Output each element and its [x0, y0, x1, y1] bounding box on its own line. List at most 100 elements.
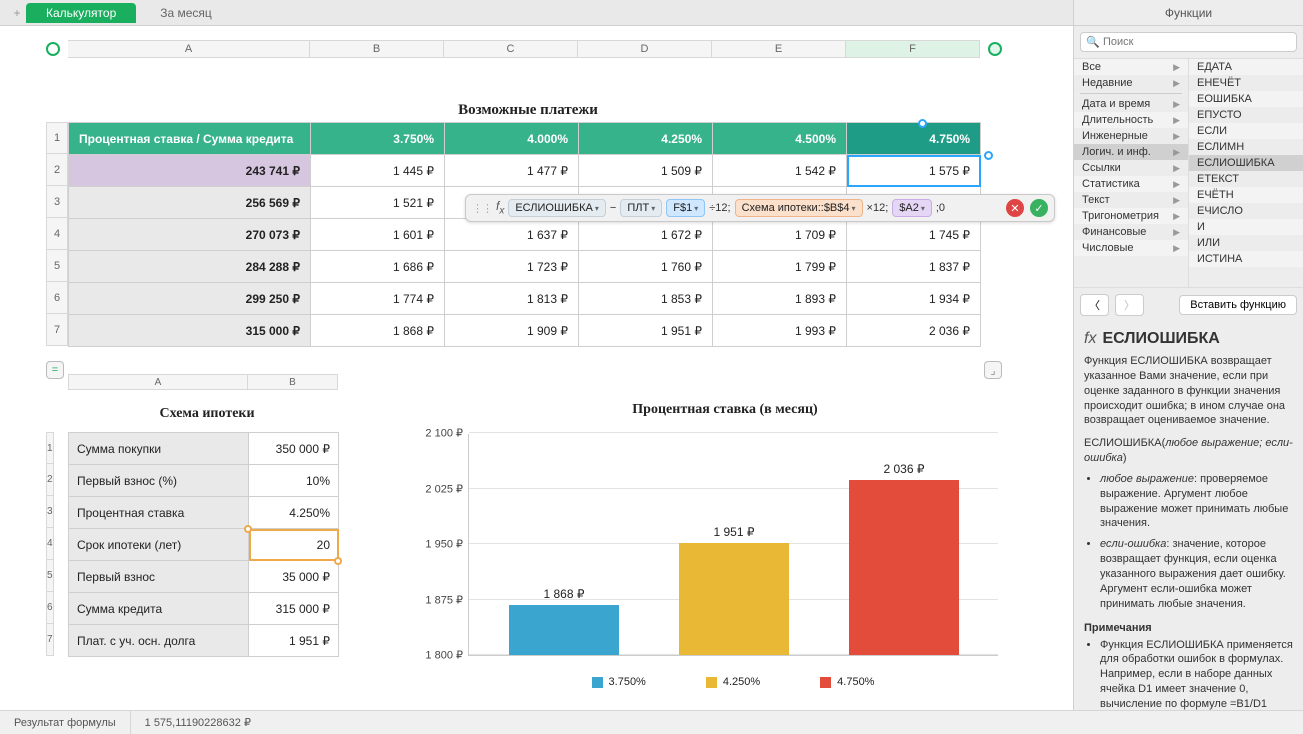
col-header-B[interactable]: B [310, 40, 444, 58]
category-item[interactable]: Логич. и инф.▶ [1074, 144, 1188, 160]
table2-value[interactable]: 35 000 ₽ [249, 561, 339, 593]
table1-cell[interactable]: 1 723 ₽ [445, 251, 579, 283]
table1-cell[interactable]: 1 993 ₽ [713, 315, 847, 347]
table1-cell[interactable]: 1 909 ₽ [445, 315, 579, 347]
row-footer-handle[interactable]: = [46, 361, 64, 379]
table2-label[interactable]: Плат. с уч. осн. долга [69, 625, 249, 657]
functions-list[interactable]: ЕДАТАЕНЕЧЁТЕОШИБКАЕПУСТОЕСЛИЕСЛИМНЕСЛИОШ… [1189, 59, 1303, 287]
table1-row-head[interactable]: 315 000 ₽ [69, 315, 311, 347]
table1-cell[interactable]: 1 601 ₽ [311, 219, 445, 251]
rate-col-3[interactable]: 4.500% [713, 123, 847, 155]
function-search-input[interactable] [1080, 32, 1297, 52]
category-item[interactable]: Тригонометрия▶ [1074, 208, 1188, 224]
table1-cell[interactable]: 1 521 ₽ [311, 187, 445, 219]
category-item[interactable]: Дата и время▶ [1074, 96, 1188, 112]
table2-value[interactable]: 10% [249, 465, 339, 497]
table2-label[interactable]: Первый взнос [69, 561, 249, 593]
function-item[interactable]: И [1189, 219, 1303, 235]
function-item[interactable]: ИЛИ [1189, 235, 1303, 251]
row-header-6[interactable]: 6 [46, 282, 68, 314]
row-header-7[interactable]: 7 [46, 314, 68, 346]
table1-cell[interactable]: 1 542 ₽ [713, 155, 847, 187]
formula-confirm-button[interactable]: ✓ [1030, 199, 1048, 217]
table1-cell[interactable]: 1 837 ₽ [847, 251, 981, 283]
table2-label[interactable]: Процентная ставка [69, 497, 249, 529]
category-item[interactable]: Ссылки▶ [1074, 160, 1188, 176]
col-header-C[interactable]: C [444, 40, 578, 58]
table2-label[interactable]: Сумма покупки [69, 433, 249, 465]
sheet-tab-active[interactable]: Калькулятор [26, 3, 136, 23]
sheet-tab-2[interactable]: За месяц [140, 3, 232, 23]
formula-cancel-button[interactable]: ✕ [1006, 199, 1024, 217]
formula-ref-3[interactable]: $A2▾ [892, 199, 932, 217]
table1-row-head[interactable]: 284 288 ₽ [69, 251, 311, 283]
table1-cell[interactable]: 1 445 ₽ [311, 155, 445, 187]
nav-back-button[interactable]: 〈 [1080, 294, 1109, 316]
table1-row-head[interactable]: 243 741 ₽ [69, 155, 311, 187]
function-item[interactable]: ЕДАТА [1189, 59, 1303, 75]
category-item[interactable]: Финансовые▶ [1074, 224, 1188, 240]
t2-col-B[interactable]: B [248, 374, 338, 390]
function-item[interactable]: ЕОШИБКА [1189, 91, 1303, 107]
col-header-F[interactable]: F [846, 40, 980, 58]
table1-cell[interactable]: 2 036 ₽ [847, 315, 981, 347]
table2-label[interactable]: Срок ипотеки (лет) [69, 529, 249, 561]
function-item[interactable]: ЕСЛИОШИБКА [1189, 155, 1303, 171]
row-header-4[interactable]: 4 [46, 218, 68, 250]
add-column-handle[interactable] [988, 42, 1002, 56]
row-header-3[interactable]: 3 [46, 186, 68, 218]
table1-cell[interactable]: 1 509 ₽ [579, 155, 713, 187]
table2-label[interactable]: Первый взнос (%) [69, 465, 249, 497]
category-item[interactable]: Текст▶ [1074, 192, 1188, 208]
rate-col-0[interactable]: 3.750% [311, 123, 445, 155]
table2-value[interactable]: 350 000 ₽ [249, 433, 339, 465]
table1-cell[interactable]: 1 774 ₽ [311, 283, 445, 315]
table2-value[interactable]: 20 [249, 529, 339, 561]
formula-grip-icon[interactable]: ⋮⋮ [472, 202, 492, 215]
table1-cell[interactable]: 1 853 ₽ [579, 283, 713, 315]
formula-editor[interactable]: ⋮⋮ fx ЕСЛИОШИБКА▾ − ПЛТ▾ F$1▾ ÷12; Схема… [465, 194, 1055, 222]
rate-col-2[interactable]: 4.250% [579, 123, 713, 155]
function-item[interactable]: ИСТИНА [1189, 251, 1303, 267]
category-item[interactable]: Инженерные▶ [1074, 128, 1188, 144]
row-header-2[interactable]: 2 [46, 154, 68, 186]
table1-cell[interactable]: 1 893 ₽ [713, 283, 847, 315]
table1-cell[interactable]: 1 575 ₽ [847, 155, 981, 187]
table1-cell[interactable]: 1 951 ₽ [579, 315, 713, 347]
row-header-1[interactable]: 1 [46, 122, 68, 154]
table1-cell[interactable]: 1 477 ₽ [445, 155, 579, 187]
insert-function-button[interactable]: Вставить функцию [1179, 295, 1297, 315]
function-item[interactable]: ЕТЕКСТ [1189, 171, 1303, 187]
table1-row-head[interactable]: 270 073 ₽ [69, 219, 311, 251]
function-item[interactable]: ЕСЛИМН [1189, 139, 1303, 155]
table1-cell[interactable]: 1 934 ₽ [847, 283, 981, 315]
table-corner-handle[interactable]: ⌟ [984, 361, 1002, 379]
spreadsheet-canvas[interactable]: A B C D E F Возможные платежи 1 2 3 4 5 … [0, 26, 1073, 710]
category-item[interactable]: Числовые▶ [1074, 240, 1188, 256]
function-item[interactable]: ЕСЛИ [1189, 123, 1303, 139]
payments-table[interactable]: Процентная ставка / Сумма кредита 3.750%… [68, 122, 981, 347]
table1-cell[interactable]: 1 637 ₽ [445, 219, 579, 251]
table2-value[interactable]: 4.250% [249, 497, 339, 529]
select-all-handle[interactable] [46, 42, 60, 56]
rate-col-1[interactable]: 4.000% [445, 123, 579, 155]
row-header-5[interactable]: 5 [46, 250, 68, 282]
formula-ref-1[interactable]: F$1▾ [666, 199, 705, 217]
function-item[interactable]: ЕПУСТО [1189, 107, 1303, 123]
category-item[interactable]: Длительность▶ [1074, 112, 1188, 128]
table2-label[interactable]: Сумма кредита [69, 593, 249, 625]
table1-cell[interactable]: 1 745 ₽ [847, 219, 981, 251]
table2-value[interactable]: 1 951 ₽ [249, 625, 339, 657]
function-categories-list[interactable]: Все▶Недавние▶Дата и время▶Длительность▶И… [1074, 59, 1189, 287]
table1-cell[interactable]: 1 672 ₽ [579, 219, 713, 251]
category-item[interactable]: Статистика▶ [1074, 176, 1188, 192]
function-item[interactable]: ЕНЕЧЁТ [1189, 75, 1303, 91]
function-item[interactable]: ЕЧЁТН [1189, 187, 1303, 203]
rate-col-4[interactable]: 4.750% [847, 123, 981, 155]
table1-cell[interactable]: 1 799 ₽ [713, 251, 847, 283]
function-item[interactable]: ЕЧИСЛО [1189, 203, 1303, 219]
t2-col-A[interactable]: A [68, 374, 248, 390]
category-item[interactable]: Недавние▶ [1074, 75, 1188, 91]
formula-token-fn2[interactable]: ПЛТ▾ [620, 199, 662, 217]
table2-value[interactable]: 315 000 ₽ [249, 593, 339, 625]
